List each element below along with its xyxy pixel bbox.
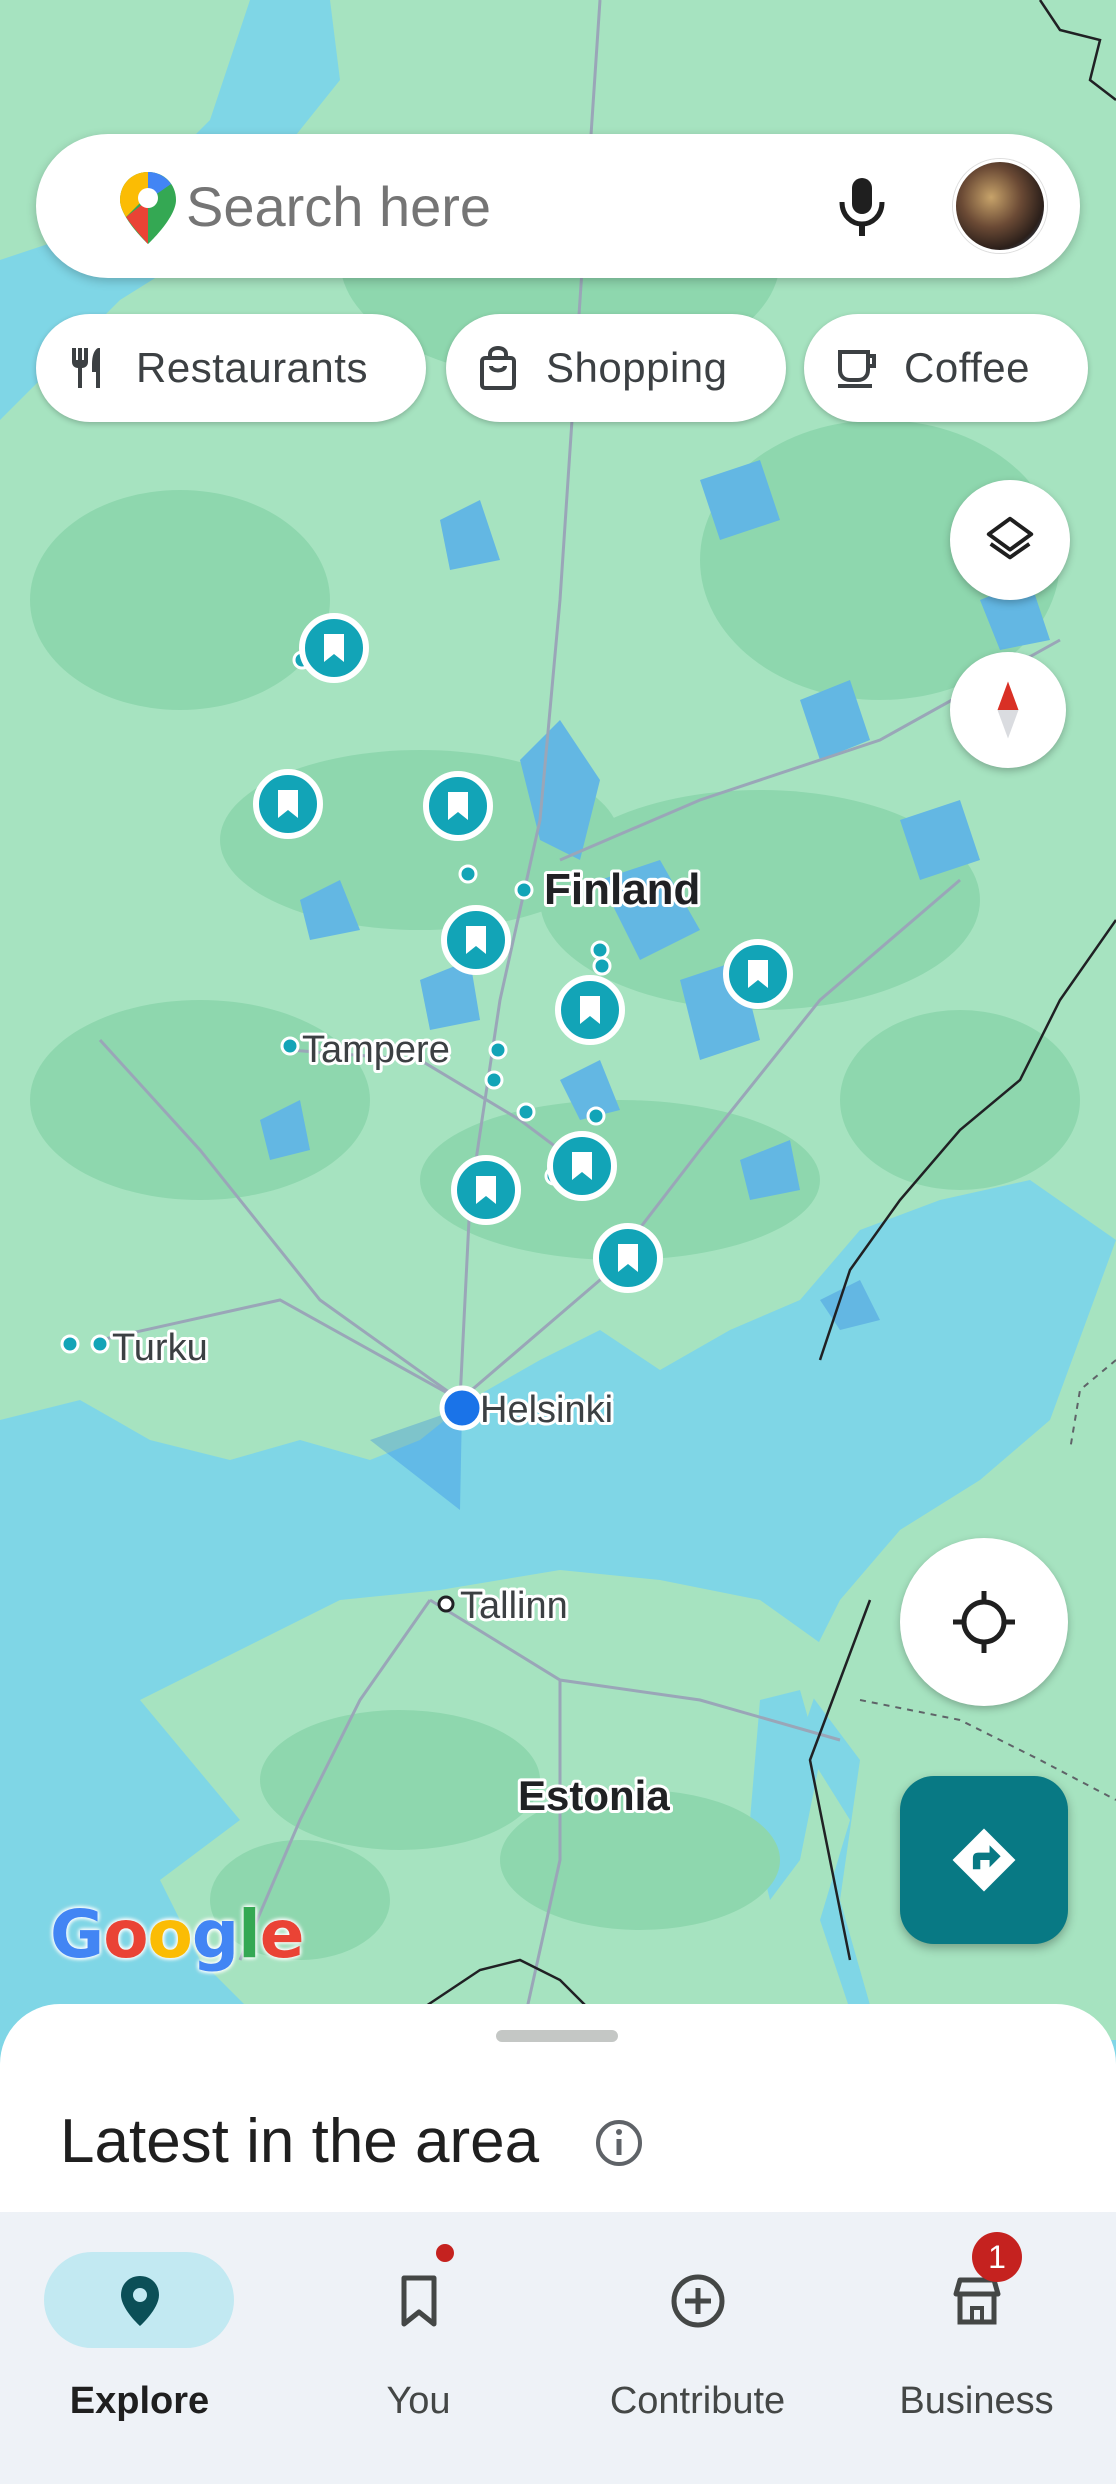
nav-label: Business (899, 2380, 1054, 2422)
map-label-tallinn[interactable]: Tallinn (457, 1582, 571, 1630)
sheet-drag-handle[interactable] (496, 2030, 618, 2042)
saved-place-pin[interactable] (451, 1155, 521, 1225)
chip-label: Coffee (904, 344, 1030, 391)
map-label-tampere[interactable]: Tampere (299, 1026, 453, 1074)
chip-shopping[interactable]: Shopping (446, 314, 786, 422)
nav-you[interactable]: You (279, 2232, 558, 2432)
google-logo: Google (50, 1896, 305, 1973)
fork-knife-icon (72, 348, 100, 388)
map-label-turku[interactable]: Turku (109, 1324, 211, 1372)
notification-badge: 1 (972, 2232, 1022, 2282)
category-chips: Restaurants Shopping Coffee (36, 314, 1116, 422)
directions-icon (952, 1828, 1016, 1892)
tallinn-dot (437, 1595, 455, 1613)
nav-label: Contribute (609, 2380, 786, 2422)
chip-label: Shopping (546, 344, 728, 391)
saved-place-pin[interactable] (253, 769, 323, 839)
compass-button[interactable] (950, 652, 1066, 768)
saved-place-pin[interactable] (441, 905, 511, 975)
info-icon[interactable] (592, 2116, 646, 2170)
nav-explore[interactable]: Explore (0, 2232, 279, 2432)
map-label-estonia[interactable]: Estonia (515, 1769, 673, 1822)
map-label-helsinki[interactable]: Helsinki (477, 1386, 616, 1434)
map-label-finland[interactable]: Finland (541, 862, 703, 917)
saved-place-pin[interactable] (555, 975, 625, 1045)
nav-label: You (386, 2380, 451, 2422)
layers-icon (986, 516, 1034, 560)
shopping-bag-icon (480, 345, 516, 390)
bookmark-icon (401, 2275, 437, 2327)
location-pin-icon (121, 2276, 159, 2326)
saved-place-pin[interactable] (423, 771, 493, 841)
nav-contribute[interactable]: Contribute (558, 2232, 837, 2432)
chip-label: Restaurants (136, 344, 368, 391)
directions-button[interactable] (900, 1776, 1068, 1944)
search-bar[interactable] (36, 134, 1080, 278)
saved-place-pin[interactable] (547, 1131, 617, 1201)
account-avatar[interactable] (953, 159, 1047, 253)
my-location-button[interactable] (900, 1538, 1068, 1706)
bottom-sheet[interactable]: Latest in the area (0, 2004, 1116, 2214)
my-location-dot (439, 1385, 485, 1431)
sheet-title: Latest in the area (60, 2107, 540, 2176)
microphone-icon[interactable] (826, 170, 898, 242)
compass-icon (997, 681, 1019, 739)
search-input[interactable] (186, 174, 786, 238)
layers-button[interactable] (950, 480, 1070, 600)
add-circle-icon (671, 2274, 725, 2328)
chip-coffee[interactable]: Coffee (804, 314, 1088, 422)
map-canvas[interactable]: Finland Tampere Turku Helsinki Tallinn E… (0, 0, 1116, 2040)
google-maps-logo-icon (120, 172, 176, 244)
crosshair-icon (953, 1591, 1015, 1653)
chip-restaurants[interactable]: Restaurants (36, 314, 426, 422)
saved-place-pin[interactable] (299, 613, 369, 683)
bottom-navigation: Explore You Contribute Business (0, 2212, 1116, 2484)
saved-place-pin[interactable] (593, 1223, 663, 1293)
nav-label: Explore (69, 2380, 210, 2422)
coffee-cup-icon (838, 350, 876, 388)
notification-dot (436, 2244, 454, 2262)
saved-place-pin[interactable] (723, 939, 793, 1009)
